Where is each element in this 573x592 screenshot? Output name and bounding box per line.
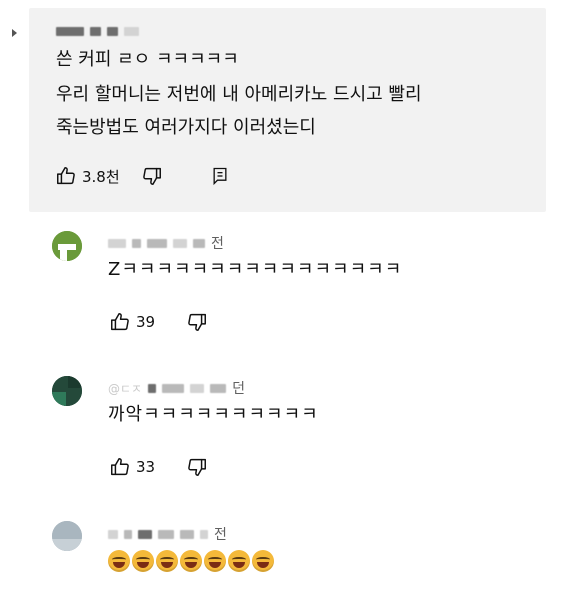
thumbs-down-icon[interactable] [185,455,209,479]
grinning-face-icon [180,550,202,572]
like-count: 3.8천 [82,167,120,186]
grinning-face-icon [228,550,250,572]
thumbs-down-icon[interactable] [140,164,164,188]
emoji-row [108,550,274,572]
comment-actions: 33 [108,455,209,479]
like-count: 33 [136,458,156,476]
thumbs-up-icon[interactable] [108,310,132,334]
grinning-face-icon [204,550,226,572]
grinning-face-icon [252,550,274,572]
avatar[interactable] [52,376,82,406]
comment-actions: 3.8천 [54,164,232,188]
author-name-fragment: @ㄷㅈ [108,381,143,396]
grinning-face-icon [132,550,154,572]
avatar[interactable] [52,521,82,551]
comment-text: Zㅋㅋㅋㅋㅋㅋㅋㅋㅋㅋㅋㅋㅋㅋㅋㅋ [108,259,403,280]
thumbs-up-icon[interactable] [108,455,132,479]
grinning-face-icon [156,550,178,572]
comment-author-redacted[interactable]: 전 [108,233,224,253]
avatar[interactable] [52,231,82,261]
comment-actions: 39 [108,310,209,334]
author-name-fragment: 전 [214,527,227,543]
thumbs-down-icon[interactable] [185,310,209,334]
grinning-face-icon [108,550,130,572]
comment-author-redacted[interactable] [56,27,139,36]
collapse-arrow-icon[interactable] [12,29,17,37]
comment-author-redacted[interactable]: 전 [108,524,227,544]
like-count: 39 [136,313,156,331]
author-name-suffix: 던 [232,381,245,397]
thumbs-up-icon[interactable] [54,164,78,188]
reply-icon[interactable] [208,164,232,188]
comment-text-line-3: 죽는방법도 여러가지다 이러셨는디 [56,117,316,138]
comment-author-redacted[interactable]: @ㄷㅈ 던 [108,378,245,398]
comment-text-line-1: 쓴 커피 ㄹㅇ ㅋㅋㅋㅋㅋ [56,49,239,70]
comment-text: 까악ㅋㅋㅋㅋㅋㅋㅋㅋㅋㅋ [108,404,319,425]
comment-text-line-2: 우리 할머니는 저번에 내 아메리카노 드시고 빨리 [56,84,422,105]
author-name-fragment: 전 [211,236,224,252]
